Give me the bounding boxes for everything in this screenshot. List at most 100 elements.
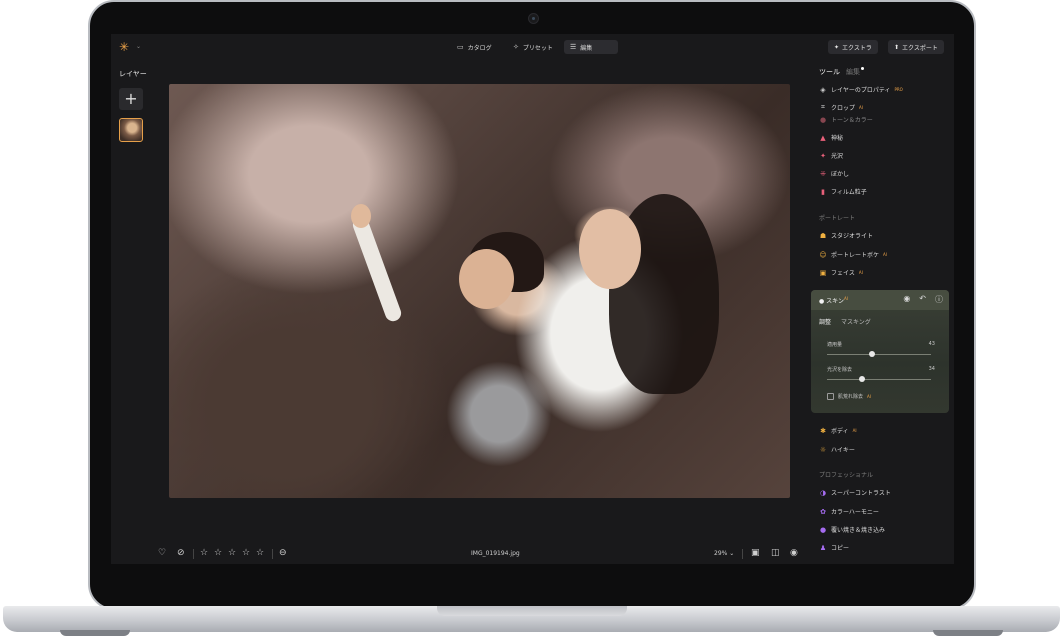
photo-region <box>350 214 404 324</box>
contrast-icon: ◑ <box>819 488 827 497</box>
app-logo-icon[interactable]: ✳ <box>119 40 129 54</box>
ai-badge: AI <box>844 296 848 301</box>
tool-label: レイヤーのプロパティ <box>831 87 891 94</box>
tool-label: コピー <box>831 545 850 552</box>
compare-icon[interactable]: ◫ <box>771 548 780 558</box>
tool-label: 光沢 <box>831 153 844 160</box>
tool-label: 神秘 <box>831 135 844 142</box>
reject-icon[interactable]: ⊘ <box>177 548 185 558</box>
more-icon[interactable]: ⊖ <box>279 548 287 558</box>
file-name: IMG_019194.jpg <box>471 550 520 557</box>
tab-masking[interactable]: マスキング <box>841 319 871 326</box>
visibility-eye-icon[interactable]: ◉ <box>903 294 910 305</box>
photo-region <box>579 209 641 289</box>
zoom-dropdown[interactable]: 29% ⌄ <box>714 550 734 557</box>
export-button[interactable]: ⬆ エクスポート <box>888 40 944 54</box>
star-icon[interactable]: ☆ <box>228 548 236 558</box>
divider <box>742 549 743 559</box>
fit-screen-icon[interactable]: ▣ <box>751 548 760 558</box>
tab-presets[interactable]: ✧ プリセット <box>507 40 559 54</box>
slider-amount-value: 43 <box>928 341 935 347</box>
info-icon[interactable]: ⓘ <box>935 294 943 305</box>
star-icon[interactable]: ☆ <box>256 548 264 558</box>
tool-high-key[interactable]: ☼ ハイキー <box>819 445 855 455</box>
zoom-value: 29% <box>714 550 728 557</box>
slider-amount-label: 適用量 <box>827 342 843 348</box>
star-icon[interactable]: ☆ <box>200 548 208 558</box>
tool-label: カラーハーモニー <box>831 509 879 516</box>
glow-icon: ✦ <box>820 151 826 160</box>
blur-icon: ⁜ <box>820 169 826 178</box>
layer-thumbnail[interactable] <box>119 118 143 142</box>
face-icon: ▣ <box>819 268 827 277</box>
tool-dodge-burn[interactable]: ● 覆い焼き＆焼き込み <box>819 525 886 535</box>
tools-panel: ツール 編集 ◈ レイヤーのプロパティ PRO ⌗ クロップ AI ● トーン＆カ… <box>810 60 954 564</box>
tool-crop[interactable]: ⌗ クロップ AI <box>819 103 863 112</box>
photo-region <box>459 249 514 309</box>
reset-icon[interactable]: ↶ <box>919 294 926 305</box>
tab-edits[interactable]: 編集 <box>846 67 864 76</box>
mystic-icon: ▲ <box>820 133 826 142</box>
star-icon[interactable]: ☆ <box>242 548 250 558</box>
tool-blur[interactable]: ⁜ ぼかし <box>819 169 850 179</box>
high-key-icon: ☼ <box>819 445 827 454</box>
sliders-icon: ☰ <box>570 43 577 51</box>
tab-label: プリセット <box>522 44 553 52</box>
panel-tabs: ツール 編集 <box>819 67 864 77</box>
skin-tool-card: ● スキンAI ◉ ↶ ⓘ 調整 マスキング 適用量 43 光沢を除去 34 肌… <box>811 290 949 413</box>
tool-label: ハイキー <box>831 447 855 454</box>
tool-super-contrast[interactable]: ◑ スーパーコントラスト <box>819 488 891 498</box>
tool-color-harmony[interactable]: ✿ カラーハーモニー <box>819 507 879 517</box>
preview-eye-icon[interactable]: ◉ <box>790 548 798 558</box>
slider-shine-knob[interactable] <box>859 376 866 382</box>
tool-glow[interactable]: ✦ 光沢 <box>819 151 844 161</box>
chevron-down-icon[interactable]: ⌄ <box>136 43 141 50</box>
ai-badge: AI <box>859 105 863 110</box>
blemish-removal-checkbox[interactable]: 肌荒れ除去 AI <box>827 393 871 400</box>
film-grain-icon: ▮ <box>821 187 825 196</box>
tool-label: 覆い焼き＆焼き込み <box>831 527 886 534</box>
heart-icon[interactable]: ♡ <box>158 548 166 558</box>
tool-tone-color[interactable]: ● トーン＆カラー <box>819 115 873 125</box>
tool-studio-light[interactable]: ☗ スタジオライト <box>819 231 873 241</box>
star-icon[interactable]: ☆ <box>214 548 222 558</box>
tab-label: カタログ <box>467 44 492 52</box>
layers-icon: ◈ <box>820 85 826 94</box>
section-professional: プロフェッショナル <box>819 472 874 479</box>
ai-badge: AI <box>867 394 871 399</box>
skin-header[interactable]: ● スキンAI ◉ ↶ ⓘ <box>811 290 949 310</box>
checkbox-box[interactable] <box>827 393 834 400</box>
bottom-bar: ♡ ⊘ ☆ ☆ ☆ ☆ ☆ ⊖ IMG_019194.jpg 29% ⌄ ▣ ◫… <box>111 544 811 564</box>
notification-dot <box>861 67 864 70</box>
tab-edits-label: 編集 <box>846 68 860 76</box>
slider-amount-knob[interactable] <box>868 351 875 357</box>
skin-title-label: スキン <box>826 298 844 305</box>
tab-edit[interactable]: ☰ 編集 <box>564 40 618 54</box>
tab-adjust[interactable]: 調整 <box>819 319 831 326</box>
tool-layer-properties[interactable]: ◈ レイヤーのプロパティ PRO <box>819 85 903 95</box>
tool-clone[interactable]: ♟ コピー <box>819 543 850 553</box>
tool-body[interactable]: ✱ ボディ AI <box>819 426 856 436</box>
tool-film-grain[interactable]: ▮ フィルム粒子 <box>819 187 867 197</box>
tool-face[interactable]: ▣ フェイス AI <box>819 268 863 278</box>
extra-button[interactable]: ✦ エクストラ <box>828 40 878 54</box>
clone-icon: ♟ <box>819 543 827 552</box>
skin-actions: ◉ ↶ ⓘ <box>903 294 943 305</box>
slider-amount-track[interactable] <box>827 351 931 357</box>
photo-region <box>351 204 371 228</box>
tool-label: フェイス <box>831 270 855 277</box>
tab-tools[interactable]: ツール <box>819 68 840 76</box>
tool-label: ぼかし <box>831 171 850 178</box>
tool-mystic[interactable]: ▲ 神秘 <box>819 133 844 143</box>
tab-catalog[interactable]: ▭ カタログ <box>451 40 498 54</box>
add-layer-button[interactable]: + <box>119 88 143 110</box>
tool-label: ボディ <box>831 428 849 435</box>
slider-shine-track[interactable] <box>827 376 931 382</box>
photo-canvas[interactable] <box>169 84 790 498</box>
layers-title: レイヤー <box>119 70 147 78</box>
extra-label: エクストラ <box>842 44 872 52</box>
export-icon: ⬆ <box>894 43 900 51</box>
preset-icon: ✧ <box>513 43 519 51</box>
laptop-foot-left <box>60 630 130 636</box>
tool-portrait-bokeh[interactable]: ☺ ポートレートボケ AI <box>819 250 887 260</box>
